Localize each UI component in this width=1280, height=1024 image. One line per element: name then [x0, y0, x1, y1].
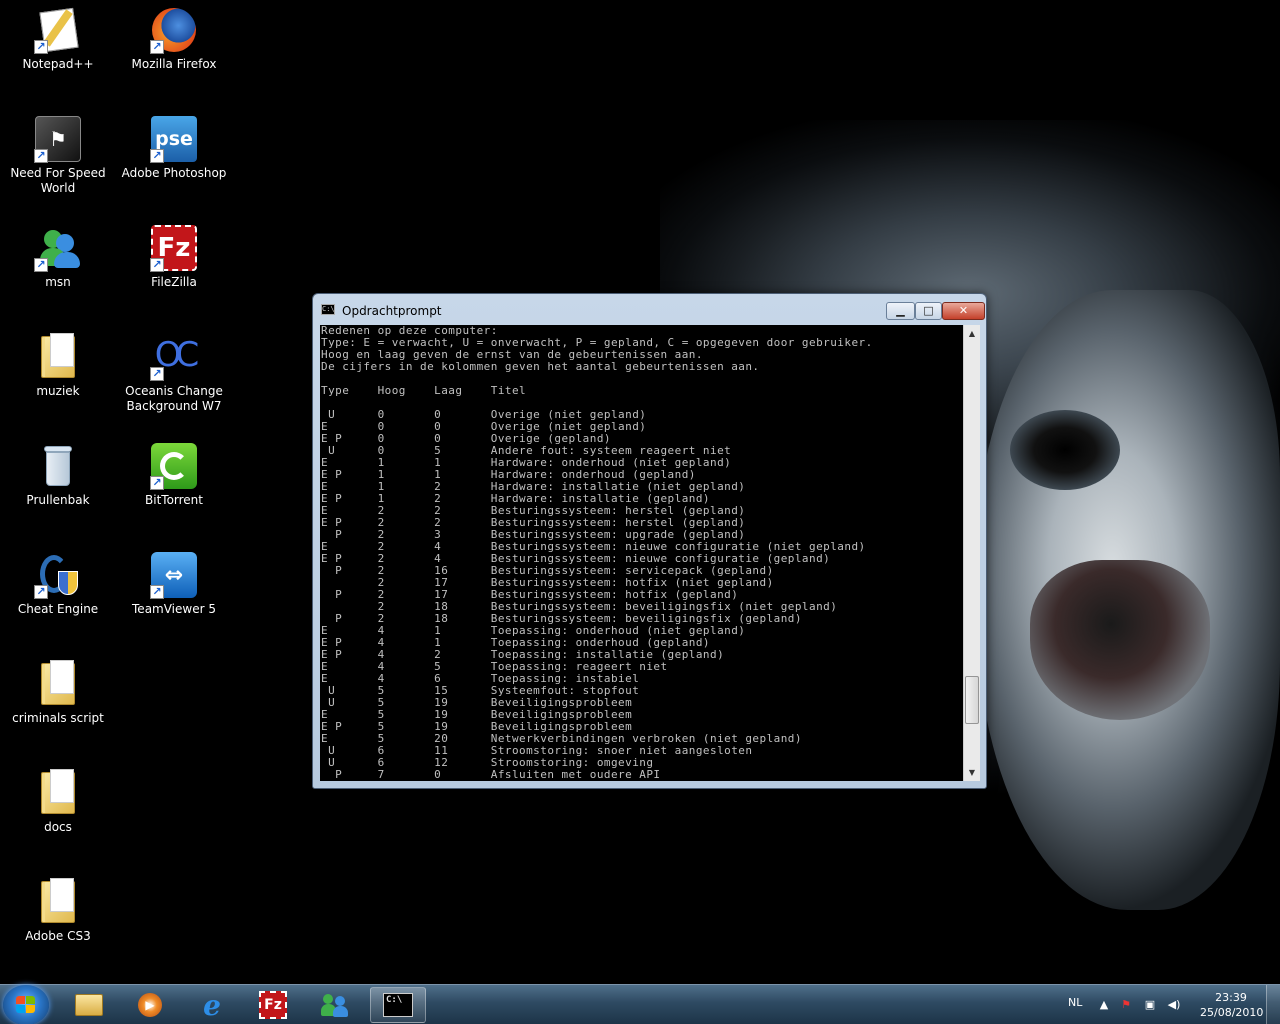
notepad-icon: ↗ — [34, 6, 82, 54]
console-output: Redenen op deze computer: Type: E = verw… — [321, 325, 873, 781]
explorer-icon — [74, 991, 104, 1019]
desktop-icon-teamviewer[interactable]: ⇔ ↗ TeamViewer 5 — [116, 545, 232, 645]
cmd-window[interactable]: C:\ Opdrachtprompt ▁ □ ✕ Redenen op deze… — [312, 293, 987, 789]
cmd-window-icon[interactable]: C:\ — [321, 304, 335, 315]
desktop-icon-docs[interactable]: docs — [0, 763, 116, 863]
cmd-icon: C:\ — [383, 991, 413, 1019]
msn-icon: ↗ — [34, 224, 82, 272]
firefox-icon: ↗ — [150, 6, 198, 54]
clock-date: 25/08/2010 — [1200, 1006, 1264, 1019]
scroll-thumb[interactable] — [965, 676, 979, 724]
desktop-icon-criminals-script[interactable]: criminals script — [0, 654, 116, 754]
teamviewer-icon: ⇔ ↗ — [150, 551, 198, 599]
folder-icon — [34, 878, 82, 926]
taskbar-explorer-button[interactable] — [61, 987, 117, 1023]
nfs-icon: ⚑ ↗ — [34, 115, 82, 163]
filezilla-icon: Fz — [258, 991, 288, 1019]
folder-icon — [34, 333, 82, 381]
desktop-icon-firefox[interactable]: ↗ Mozilla Firefox — [116, 0, 232, 100]
taskbar-filezilla-button[interactable]: Fz — [245, 987, 301, 1023]
windows-logo-icon — [16, 996, 36, 1014]
taskbar: ▶ e Fz C:\ NL ▲ ⚑ ▣ ◀) 23:39 25/08/2010 — [0, 984, 1280, 1024]
clock-time: 23:39 — [1215, 991, 1247, 1004]
desktop-icon-bittorrent[interactable]: ↗ BitTorrent — [116, 436, 232, 536]
desktop-icon-need-for-speed[interactable]: ⚑ ↗ Need For Speed World — [0, 109, 116, 209]
minimize-button[interactable]: ▁ — [886, 302, 915, 320]
show-desktop-button[interactable] — [1266, 985, 1280, 1024]
window-title: Opdrachtprompt — [342, 304, 442, 318]
network-icon[interactable]: ▣ — [1142, 997, 1158, 1013]
language-indicator[interactable]: NL — [1068, 996, 1082, 1009]
folder-icon — [34, 660, 82, 708]
wallpaper-mouth — [1030, 560, 1210, 720]
clock[interactable]: 23:39 25/08/2010 — [1200, 990, 1264, 1020]
scroll-up-button[interactable]: ▲ — [964, 325, 980, 342]
folder-icon — [34, 769, 82, 817]
photoshop-icon: pse ↗ — [150, 115, 198, 163]
bittorrent-icon: ↗ — [150, 442, 198, 490]
start-button[interactable] — [3, 985, 49, 1024]
desktop-icon-prullenbak[interactable]: Prullenbak — [0, 436, 116, 536]
taskbar-msn-button[interactable] — [307, 987, 363, 1023]
vertical-scrollbar[interactable]: ▲ ▼ — [963, 325, 980, 781]
desktop-icon-msn[interactable]: ↗ msn — [0, 218, 116, 318]
close-button[interactable]: ✕ — [942, 302, 985, 320]
desktop-icon-photoshop[interactable]: pse ↗ Adobe Photoshop — [116, 109, 232, 209]
maximize-button[interactable]: □ — [915, 302, 942, 320]
filezilla-icon: Fz ↗ — [150, 224, 198, 272]
action-center-icon[interactable]: ⚑ — [1118, 997, 1134, 1013]
volume-icon[interactable]: ◀) — [1166, 997, 1182, 1013]
console-area[interactable]: Redenen op deze computer: Type: E = verw… — [320, 325, 980, 781]
cmd-titlebar[interactable]: C:\ Opdrachtprompt ▁ □ ✕ — [313, 294, 986, 324]
desktop-icon-adobe-cs3[interactable]: Adobe CS3 — [0, 872, 116, 972]
show-hidden-icons-icon[interactable]: ▲ — [1096, 997, 1112, 1013]
scroll-down-button[interactable]: ▼ — [964, 764, 980, 781]
internet-explorer-icon: e — [203, 988, 221, 1022]
cheat-engine-icon: ↗ — [34, 551, 82, 599]
desktop-icon-muziek[interactable]: muziek — [0, 327, 116, 427]
taskbar-internet-explorer-button[interactable]: e — [184, 987, 240, 1023]
msn-icon — [320, 991, 350, 1019]
oceanis-icon: OC ↗ — [150, 333, 199, 381]
system-tray: NL ▲ ⚑ ▣ ◀) 23:39 25/08/2010 — [1060, 985, 1280, 1024]
taskbar-cmd-button[interactable]: C:\ — [370, 987, 426, 1023]
media-player-icon: ▶ — [135, 991, 165, 1019]
recycle-bin-icon — [34, 442, 82, 490]
taskbar-media-player-button[interactable]: ▶ — [122, 987, 178, 1023]
desktop-icon-cheat-engine[interactable]: ↗ Cheat Engine — [0, 545, 116, 645]
desktop-icon-filezilla[interactable]: Fz ↗ FileZilla — [116, 218, 232, 318]
desktop-icon-oceanis[interactable]: OC ↗ Oceanis Change Background W7 — [116, 327, 232, 427]
desktop-icon-notepad[interactable]: ↗ Notepad++ — [0, 0, 116, 100]
wallpaper-eye — [1010, 410, 1120, 490]
